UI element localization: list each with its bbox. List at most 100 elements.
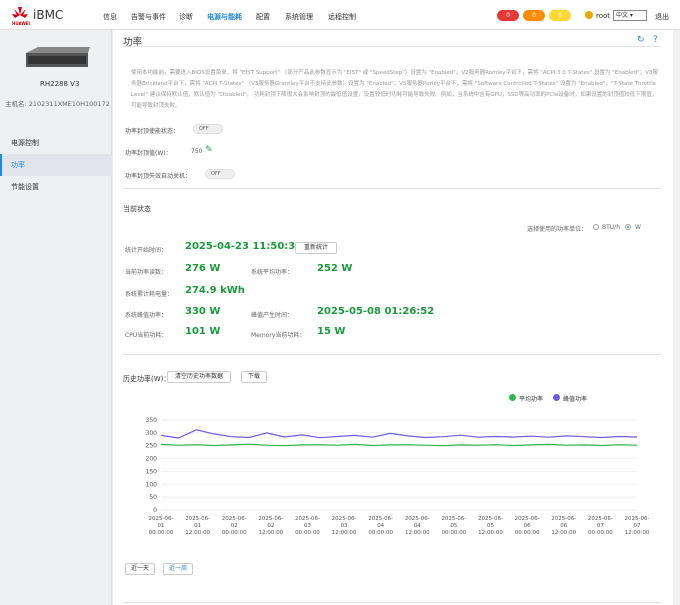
x-tick-label-line2: 06 <box>524 523 531 529</box>
x-tick-label-line3: 12:00:00 <box>478 530 503 536</box>
x-tick-label-line1: 2025-06- <box>368 516 393 522</box>
language-value: 中文 <box>616 12 629 19</box>
nav-info[interactable]: 信息 <box>103 12 117 22</box>
range-day-button[interactable]: 近一天 <box>125 563 155 575</box>
capping-enable-toggle[interactable]: OFF <box>193 124 223 134</box>
main-content: 功率 ↻ ? 使用本功能前，需要进入BIOS设置菜单，将 "EIST Suppo… <box>113 30 673 605</box>
nav-alarms[interactable]: 告警与事件 <box>131 12 166 22</box>
reset-statistics-button[interactable]: 重新统计 <box>295 242 337 254</box>
nav-system[interactable]: 系统管理 <box>285 12 313 22</box>
minor-alarm-badge[interactable]: 0 <box>549 10 571 21</box>
x-tick-label-line2: 04 <box>377 523 384 529</box>
title-divider <box>123 46 661 47</box>
logo-text: HUAWEI <box>12 21 31 26</box>
x-tick-label-line3: 12:00:00 <box>551 530 576 536</box>
capping-fail-state: OFF <box>211 171 221 177</box>
capping-enable-state: OFF <box>199 126 209 132</box>
x-tick-label-line3: 00:00:00 <box>368 530 393 536</box>
capping-fail-toggle[interactable]: OFF <box>205 169 235 179</box>
x-tick-label-line2: 03 <box>341 523 348 529</box>
y-tick-label: 300 <box>146 430 158 437</box>
y-tick-label: 350 <box>146 417 158 424</box>
download-button[interactable]: 下载 <box>241 371 267 383</box>
legend-avg-dot[interactable] <box>509 394 516 401</box>
y-tick-label: 50 <box>149 494 157 501</box>
app-name: iBMC <box>33 8 64 22</box>
x-tick-label-line2: 02 <box>231 523 238 529</box>
unit-radio-btu[interactable] <box>593 224 599 230</box>
start-time-value: 2025-04-23 11:50:31 <box>185 241 303 252</box>
status-section-title: 当前状态 <box>123 205 151 213</box>
y-tick-label: 150 <box>146 468 158 475</box>
y-tick-label: 200 <box>146 456 158 463</box>
critical-alarm-badge[interactable]: 0 <box>497 10 519 21</box>
x-tick-label-line1: 2025-06- <box>295 516 320 522</box>
current-power-label: 当前功率读数： <box>125 269 168 276</box>
x-tick-label-line3: 12:00:00 <box>405 530 430 536</box>
x-tick-label-line1: 2025-06- <box>405 516 430 522</box>
start-time-label: 统计开始时间： <box>125 247 168 254</box>
nav-remote[interactable]: 远程控制 <box>328 12 356 22</box>
capping-fail-label: 功率封顶失效自动关机： <box>125 173 192 180</box>
unit-option-w: W <box>635 224 641 231</box>
nav-power[interactable]: 电源与能耗 <box>207 12 242 22</box>
peak-power-line <box>160 429 638 439</box>
x-tick-label-line2: 04 <box>414 523 421 529</box>
host-name: 主机名: 2102311XME10H1001720 <box>5 100 110 108</box>
history-power-chart: 0501001502002503003502025-06-0100:00:002… <box>146 417 650 536</box>
x-tick-label-line1: 2025-06- <box>149 516 174 522</box>
legend-peak-dot[interactable] <box>553 394 560 401</box>
language-select[interactable]: 中文 ▾ <box>613 10 647 21</box>
section-divider-3 <box>123 602 661 603</box>
x-tick-label-line3: 00:00:00 <box>515 530 540 536</box>
range-week-button[interactable]: 近一周 <box>163 563 193 575</box>
page-scrollbar[interactable] <box>673 30 680 605</box>
x-tick-label-line1: 2025-06- <box>551 516 576 522</box>
clear-history-button[interactable]: 清空历史功率数据 <box>167 371 231 383</box>
unit-label: 选择使用的功率单位： <box>527 226 588 233</box>
x-tick-label-line2: 03 <box>304 523 311 529</box>
nav-diagnosis[interactable]: 诊断 <box>179 12 193 22</box>
capping-value-label: 功率封顶值(W)： <box>125 150 172 157</box>
major-alarm-badge[interactable]: 0 <box>523 10 545 21</box>
x-tick-label-line2: 01 <box>158 523 165 529</box>
peak-power-value: 330 W <box>185 306 221 317</box>
x-tick-label-line3: 00:00:00 <box>442 530 467 536</box>
peak-time-label: 峰值产生时间： <box>251 312 294 319</box>
total-energy-label: 系统累计耗电量： <box>125 291 174 298</box>
x-tick-label-line1: 2025-06- <box>625 516 650 522</box>
user-icon <box>585 11 593 19</box>
x-tick-label-line2: 01 <box>194 523 201 529</box>
x-tick-label-line3: 00:00:00 <box>222 530 247 536</box>
sidebar-item-power[interactable]: 功率 <box>0 154 112 176</box>
capping-value: 750 <box>191 148 203 155</box>
x-tick-label-line1: 2025-06- <box>588 516 613 522</box>
memory-power-value: 15 W <box>317 326 346 337</box>
logout-link[interactable]: 退出 <box>655 12 669 22</box>
x-tick-label-line3: 00:00:00 <box>588 530 613 536</box>
cpu-power-value: 101 W <box>185 326 221 337</box>
peak-power-label: 系统峰值功率： <box>125 312 168 319</box>
x-tick-label-line2: 02 <box>267 523 274 529</box>
user-name[interactable]: root <box>596 12 610 20</box>
x-tick-label-line2: 05 <box>450 523 457 529</box>
current-power-value: 276 W <box>185 263 221 274</box>
server-model: RH2288 V3 <box>40 80 80 88</box>
sidebar: RH2288 V3 主机名: 2102311XME10H1001720 电源控制… <box>0 30 112 605</box>
x-tick-label-line1: 2025-06- <box>332 516 357 522</box>
nav-config[interactable]: 配置 <box>256 12 270 22</box>
x-tick-label-line1: 2025-06- <box>515 516 540 522</box>
y-tick-label: 0 <box>153 507 157 514</box>
help-icon[interactable]: ? <box>653 36 662 45</box>
refresh-icon[interactable]: ↻ <box>637 36 646 45</box>
unit-option-btu: BTU/h <box>602 224 620 231</box>
unit-radio-w[interactable] <box>625 224 631 230</box>
x-tick-label-line3: 12:00:00 <box>185 530 210 536</box>
usage-description: 使用本功能前，需要进入BIOS设置菜单，将 "EIST Support" （部分… <box>131 70 658 109</box>
x-tick-label-line3: 12:00:00 <box>258 530 283 536</box>
capping-enable-label: 功率封顶使能状态： <box>125 128 180 135</box>
history-title: 历史功率(W)： <box>123 375 171 383</box>
sidebar-item-energy-saving[interactable]: 节能设置 <box>0 176 112 198</box>
edit-icon[interactable]: ✎ <box>205 146 214 155</box>
sidebar-item-power-control[interactable]: 电源控制 <box>0 132 112 154</box>
